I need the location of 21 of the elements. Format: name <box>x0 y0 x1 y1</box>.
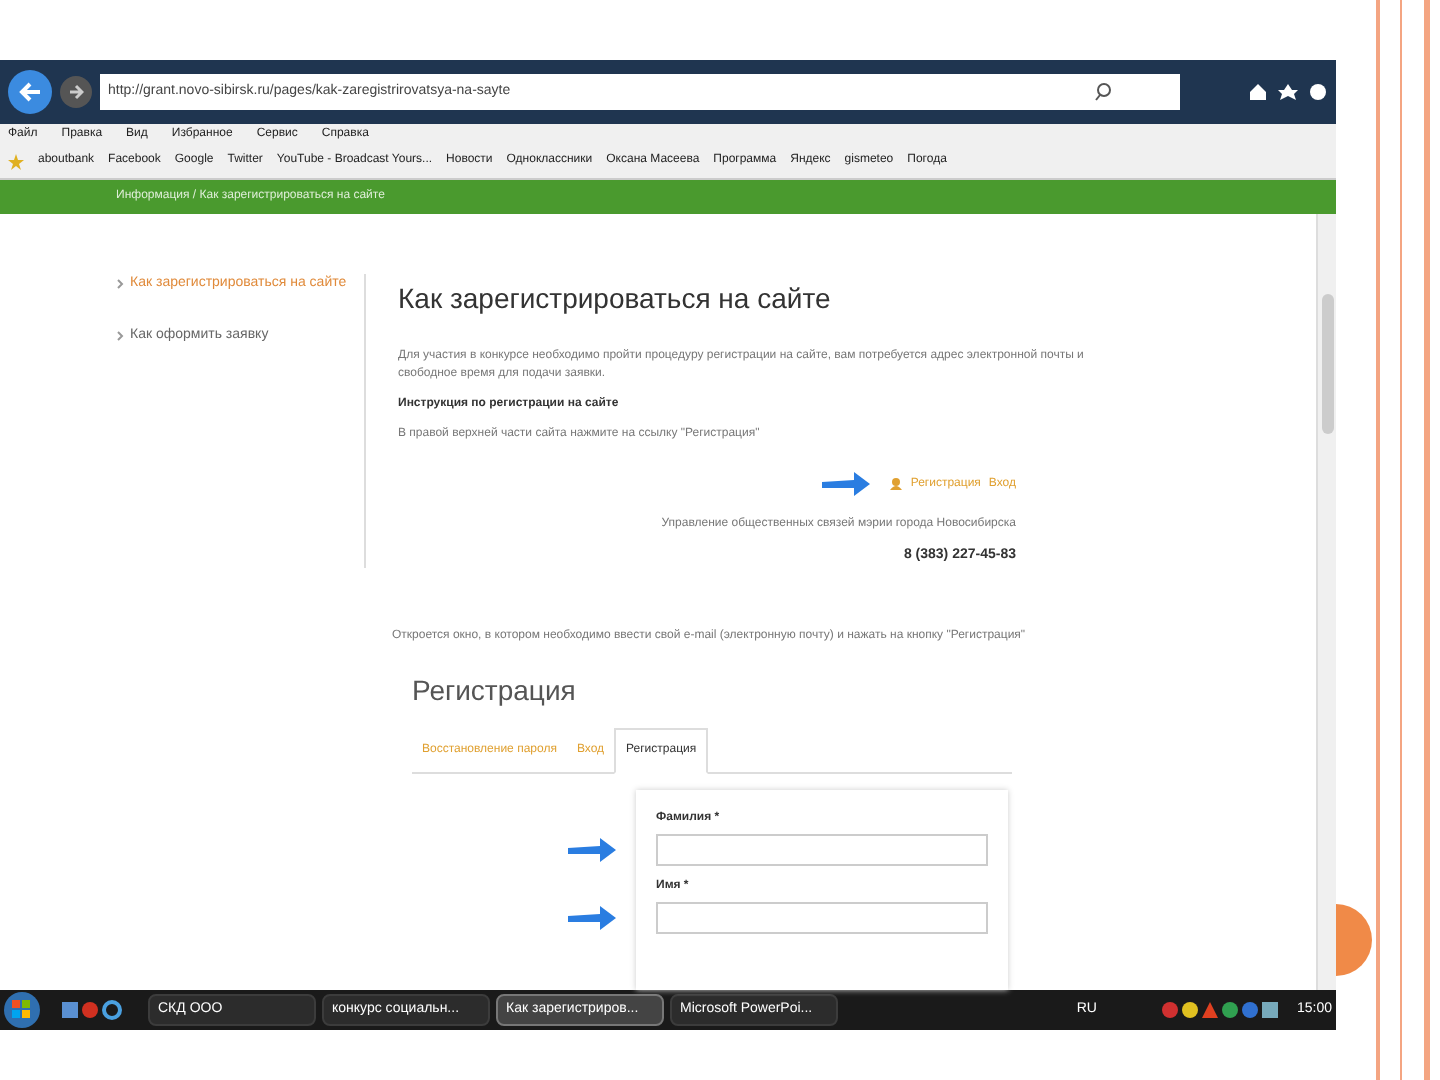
forward-arrow-icon <box>68 84 84 100</box>
tray-icons-drawing <box>1162 1000 1283 1020</box>
back-arrow-icon <box>18 80 42 104</box>
quick-launch-icons-drawing <box>62 1000 122 1020</box>
chevron-icon <box>116 278 124 290</box>
start-button[interactable] <box>4 992 40 1028</box>
windows-logo-icon <box>12 1000 32 1020</box>
search-icon <box>1094 82 1112 102</box>
favorites-star-icon <box>8 153 24 169</box>
scrollbar[interactable] <box>1316 214 1336 990</box>
pointer-arrow-icon <box>568 837 620 861</box>
back-button[interactable] <box>8 70 52 114</box>
chevron-icon <box>116 330 124 342</box>
person-icon <box>890 478 903 490</box>
pointer-arrow-icon <box>822 472 875 496</box>
input-field[interactable] <box>656 901 988 933</box>
pointer-arrow-icon <box>568 905 620 929</box>
forward-button[interactable] <box>60 76 92 108</box>
registration-title: Регистрация <box>412 671 578 710</box>
input-field[interactable] <box>656 833 988 865</box>
page-title: Как зарегистрироваться на сайте <box>398 280 833 318</box>
